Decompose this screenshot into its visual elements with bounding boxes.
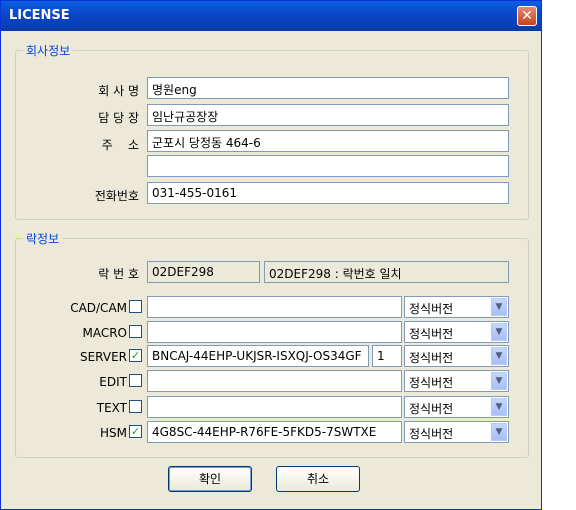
server-version-select[interactable]: 정식버전 ▼ — [404, 345, 509, 367]
chevron-down-icon[interactable]: ▼ — [491, 298, 507, 316]
window-title: LICENSE — [9, 8, 70, 23]
phone-field[interactable]: 031-455-0161 — [147, 182, 509, 204]
cadcam-version-value: 정식버전 — [409, 302, 454, 316]
macro-checkbox[interactable] — [129, 325, 142, 338]
chevron-down-icon[interactable]: ▼ — [491, 423, 507, 441]
module-label-cadcam: CAD/CAM — [70, 301, 127, 315]
module-label-edit: EDIT — [99, 375, 127, 389]
text-version-value: 정식버전 — [409, 402, 454, 416]
close-icon[interactable]: ✕ — [517, 6, 537, 26]
manager-label: 담 당 장 — [98, 111, 139, 125]
company-name-field[interactable]: 명원eng — [147, 77, 509, 99]
address-label: 주 소 — [101, 138, 139, 152]
address-field-1[interactable]: 군포시 당정동 464-6 — [147, 130, 509, 152]
lock-number-label: 락 번 호 — [98, 267, 139, 281]
lock-status-field: 02DEF298 : 락번호 일치 — [264, 261, 509, 283]
module-label-macro: MACRO — [82, 326, 127, 340]
server-key-field[interactable]: BNCAJ-44EHP-UKJSR-ISXQJ-OS34GF — [147, 345, 369, 367]
lock-number-field: 02DEF298 — [147, 261, 260, 283]
hsm-version-select[interactable]: 정식버전 ▼ — [404, 421, 509, 443]
macro-version-select[interactable]: 정식버전 ▼ — [404, 321, 509, 343]
macro-version-value: 정식버전 — [409, 327, 454, 341]
edit-version-value: 정식버전 — [409, 376, 454, 390]
chevron-down-icon[interactable]: ▼ — [491, 323, 507, 341]
module-label-hsm: HSM — [100, 426, 127, 440]
company-info-label: 회사정보 — [23, 42, 74, 59]
company-name-label: 회 사 명 — [98, 84, 139, 98]
edit-key-field[interactable] — [147, 370, 402, 392]
chevron-down-icon[interactable]: ▼ — [491, 398, 507, 416]
cadcam-key-field[interactable] — [147, 296, 402, 318]
server-version-value: 정식버전 — [409, 351, 454, 365]
hsm-version-value: 정식버전 — [409, 427, 454, 441]
cancel-button[interactable]: 취소 — [276, 466, 360, 492]
module-label-server: SERVER — [79, 350, 127, 364]
hsm-key-field[interactable]: 4G8SC-44EHP-R76FE-5FKD5-7SWTXE — [147, 421, 402, 443]
lock-info-label: 락정보 — [23, 230, 63, 247]
cadcam-checkbox[interactable] — [129, 300, 142, 313]
edit-version-select[interactable]: 정식버전 ▼ — [404, 370, 509, 392]
manager-field[interactable]: 임난규공장장 — [147, 104, 509, 126]
hsm-checkbox[interactable]: ✓ — [129, 425, 142, 438]
ok-button[interactable]: 확인 — [168, 466, 252, 492]
text-checkbox[interactable] — [129, 400, 142, 413]
chevron-down-icon[interactable]: ▼ — [491, 347, 507, 365]
address-field-2[interactable] — [147, 155, 509, 177]
phone-label: 전화번호 — [94, 189, 139, 203]
text-key-field[interactable] — [147, 396, 402, 418]
text-version-select[interactable]: 정식버전 ▼ — [404, 396, 509, 418]
chevron-down-icon[interactable]: ▼ — [491, 372, 507, 390]
server-count-field[interactable]: 1 — [372, 345, 402, 367]
module-label-text: TEXT — [96, 401, 127, 415]
server-checkbox[interactable]: ✓ — [129, 349, 142, 362]
edit-checkbox[interactable] — [129, 374, 142, 387]
cadcam-version-select[interactable]: 정식버전 ▼ — [404, 296, 509, 318]
title-bar[interactable]: LICENSE ✕ — [1, 1, 541, 31]
macro-key-field[interactable] — [147, 321, 402, 343]
license-dialog: LICENSE ✕ 회사정보 회 사 명 명원eng 담 당 장 임난규공장장 … — [0, 0, 542, 510]
